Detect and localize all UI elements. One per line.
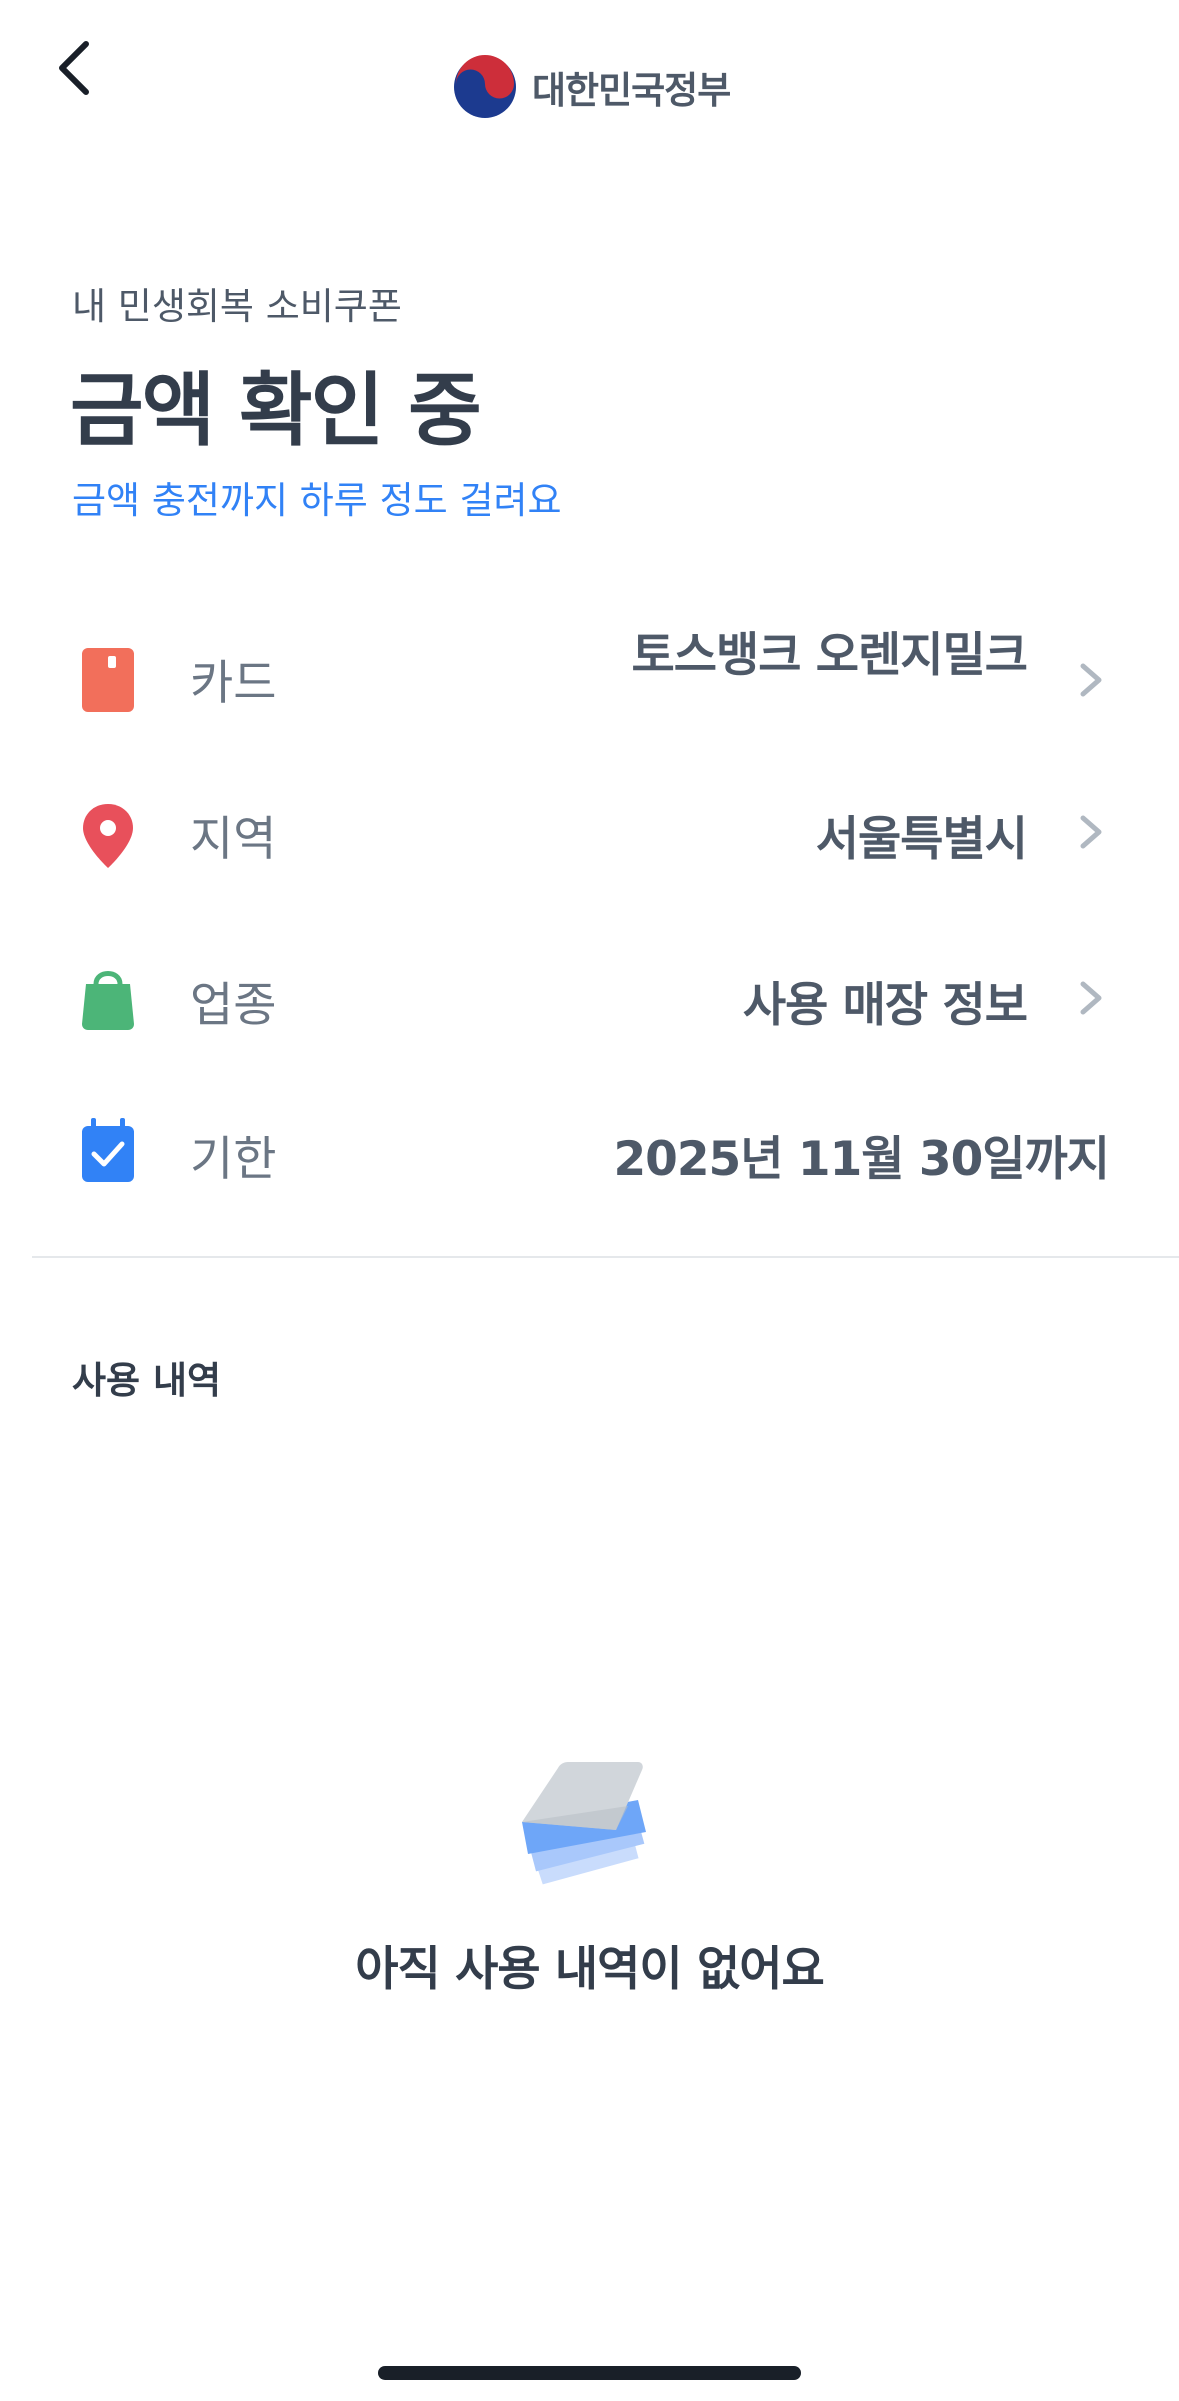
government-logo: 대한민국정부 [452,52,731,122]
info-row-value: 사용 매장 정보 [742,978,1028,1033]
location-pin-icon [83,804,133,868]
history-section-title: 사용 내역 [72,1359,222,1402]
info-row-value: 2025년 11월 30일까지 [613,1132,1110,1187]
info-row-value: 토스뱅크 오렌지밀크 [631,628,1028,683]
logo-text: 대한민국정부 [532,69,731,112]
chevron-right-icon [1080,815,1102,849]
info-row-label: 카드 [190,656,277,711]
info-row-card[interactable]: 카드 토스뱅크 오렌지밀크 [0,616,1179,746]
taegeuk-logo-icon [454,55,516,118]
chevron-right-icon [1080,663,1102,697]
shopping-bag-icon [82,971,134,1030]
chevron-right-icon [1080,981,1102,1015]
info-row-value: 서울특별시 [815,812,1028,867]
back-button[interactable] [48,30,108,110]
coupon-subtitle: 내 민생회복 소비쿠폰 [72,285,402,328]
empty-cards-icon [522,1762,646,1885]
info-row-business[interactable]: 업종 사용 매장 정보 [0,936,1179,1066]
info-row-label: 업종 [190,978,277,1033]
calendar-check-icon [82,1118,134,1182]
section-divider [32,1256,1179,1258]
status-description: 금액 충전까지 하루 정도 걸려요 [72,479,562,522]
info-row-label: 기한 [190,1132,277,1187]
info-row-region[interactable]: 지역 서울특별시 [0,770,1179,900]
home-indicator[interactable] [378,2366,801,2380]
chevron-left-icon [59,41,89,95]
info-row-label: 지역 [190,812,277,867]
card-icon [82,648,134,712]
info-row-deadline: 기한 2025년 11월 30일까지 [0,1090,1179,1220]
page-title: 금액 확인 중 [70,364,482,457]
empty-history-message: 아직 사용 내역이 없어요 [355,1942,825,1997]
